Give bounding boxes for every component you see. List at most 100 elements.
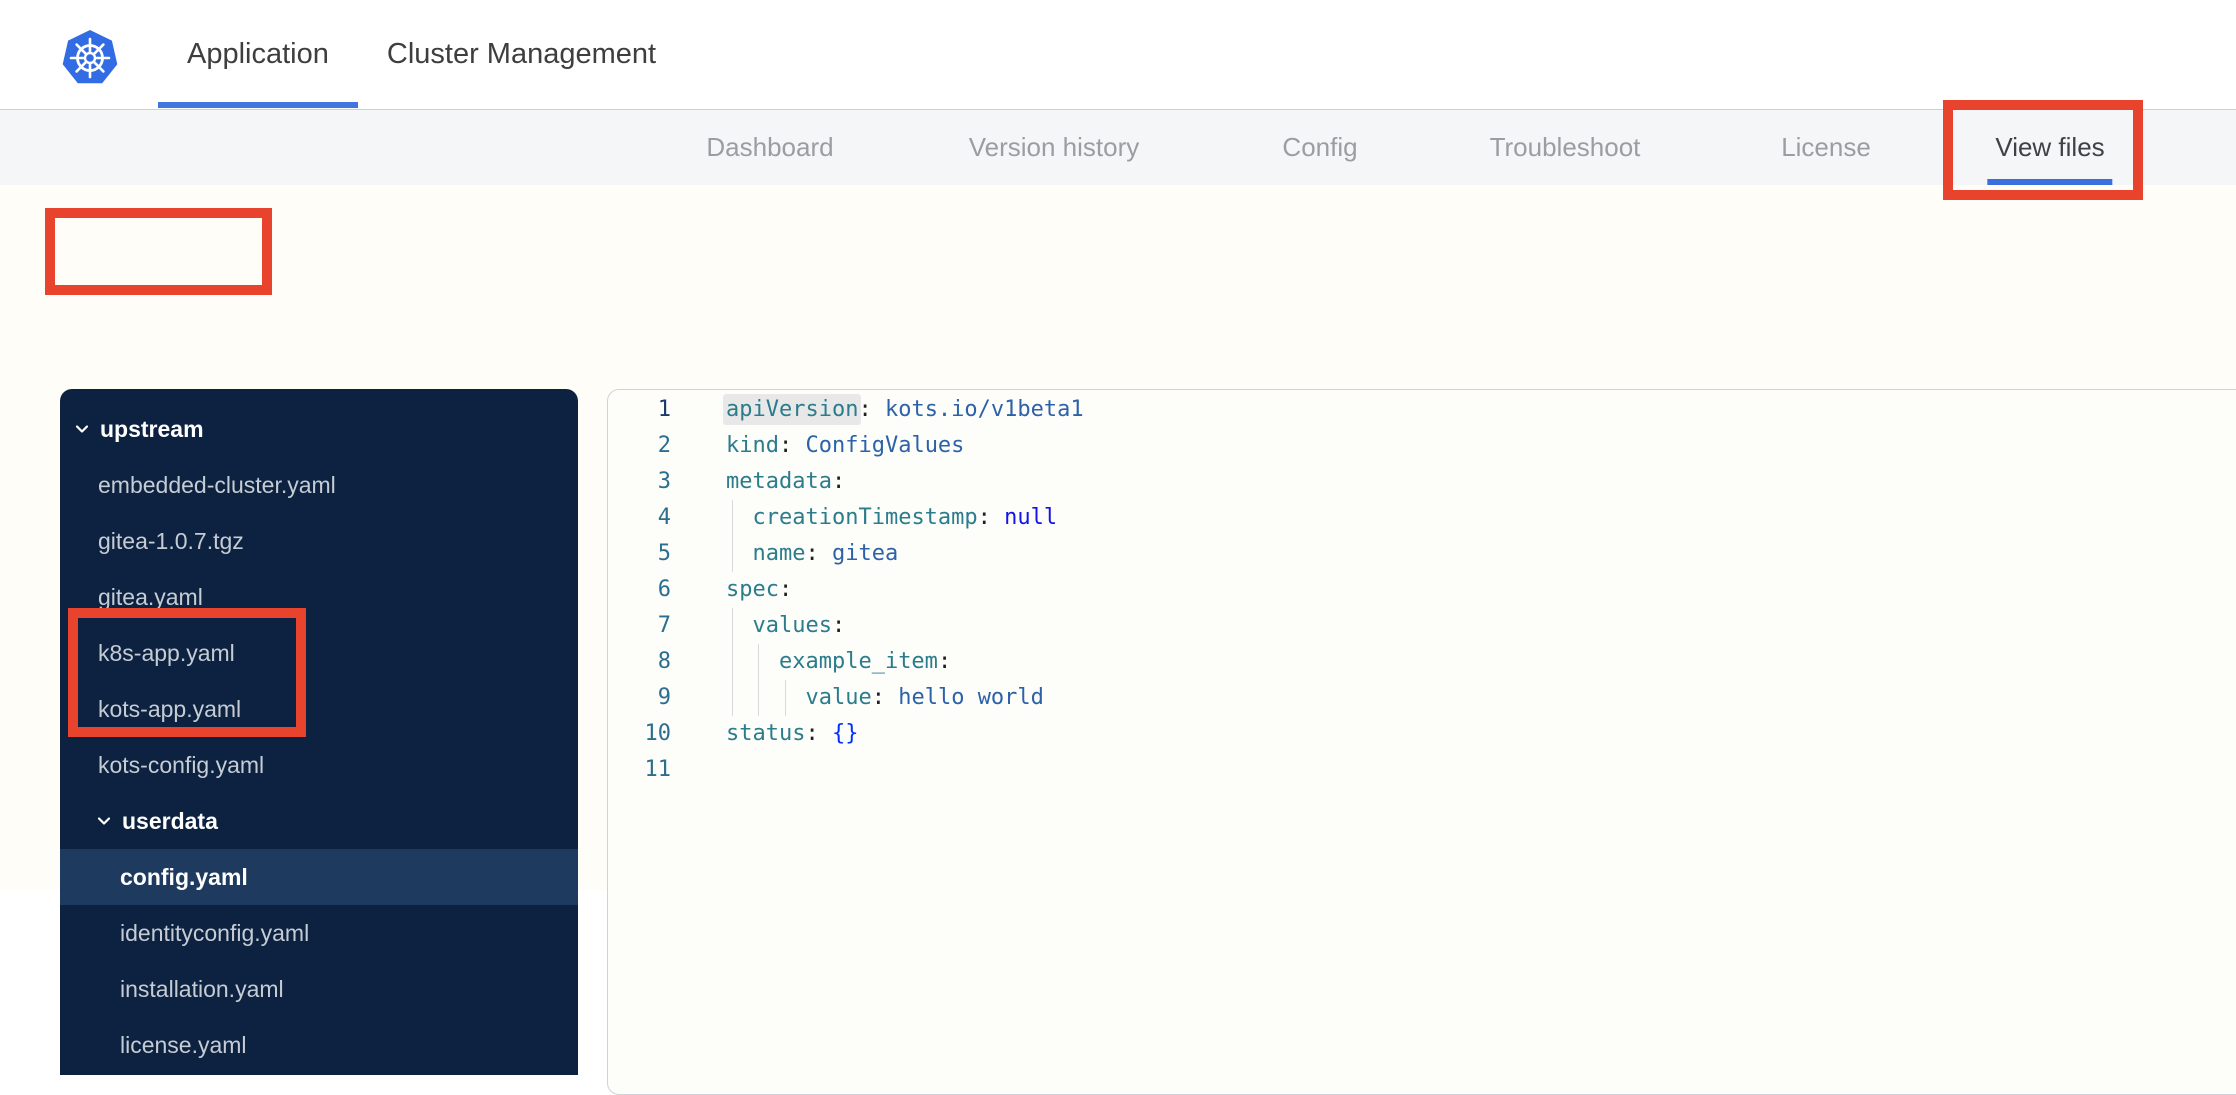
- indent-guide: [732, 680, 733, 716]
- tree-file-embedded-cluster-yaml[interactable]: embedded-cluster.yaml: [60, 457, 578, 513]
- tree-file-license-yaml[interactable]: license.yaml: [60, 1017, 578, 1073]
- code-token: ConfigValues: [805, 433, 965, 458]
- code-line-text: spec:: [671, 572, 792, 608]
- tree-item-label: userdata: [122, 807, 218, 834]
- nav-tab-version-history[interactable]: Version history: [961, 110, 1148, 185]
- code-token: hello world: [898, 685, 1044, 710]
- code-token: name: [752, 541, 806, 566]
- code-token: :: [871, 685, 885, 710]
- content-area: upstream embedded-cluster.yaml gitea-1.0.7…: [0, 185, 2236, 1095]
- app-nav: Dashboard Version history Config Troublesho…: [0, 109, 2236, 186]
- code-line[interactable]: 8 example_item:: [608, 644, 2236, 680]
- tree-file-k8s-app-yaml[interactable]: k8s-app.yaml: [60, 625, 578, 681]
- code-token: spec: [726, 577, 779, 602]
- tree-file-installation-yaml[interactable]: installation.yaml: [60, 961, 578, 1017]
- code-line-text: values:: [671, 608, 845, 644]
- code-line[interactable]: 3 metadata:: [608, 464, 2236, 500]
- tree-item-label: embedded-cluster.yaml: [98, 471, 336, 498]
- code-line[interactable]: 7 values:: [608, 608, 2236, 644]
- tree-file-gitea-yaml[interactable]: gitea.yaml: [60, 569, 578, 625]
- code-token: :: [937, 649, 952, 674]
- code-line-text: metadata:: [671, 464, 845, 500]
- code-line-text: example_item:: [671, 644, 951, 680]
- line-number: 7: [657, 613, 671, 638]
- line-number: 8: [657, 649, 671, 674]
- nav-tab-license[interactable]: License: [1773, 110, 1879, 185]
- line-number: 10: [644, 721, 672, 746]
- code-line-text: value: hello world: [671, 680, 1044, 716]
- tree-file-config-yaml[interactable]: config.yaml: [60, 849, 578, 905]
- code-token: creationTimestamp: [752, 505, 978, 530]
- indent-guide: [758, 680, 760, 716]
- code-token: {}: [831, 721, 859, 746]
- tree-item-label: config.yaml: [120, 863, 248, 890]
- code-token: :: [858, 397, 872, 422]
- line-number: 9: [657, 685, 671, 710]
- chevron-down-icon: [97, 817, 111, 825]
- code-token: :: [778, 577, 793, 602]
- indent-guide: [732, 608, 733, 644]
- code-token: :: [778, 433, 793, 458]
- nav-tab-dashboard[interactable]: Dashboard: [698, 110, 841, 185]
- code-token: status: [726, 721, 806, 746]
- code-token: example_item: [778, 649, 938, 674]
- code-line-text: status: {}: [671, 716, 858, 752]
- code-token: :: [805, 541, 819, 566]
- tree-file-gitea-1-0-7-tgz[interactable]: gitea-1.0.7.tgz: [60, 513, 578, 569]
- tree-folder-userdata[interactable]: userdata: [60, 793, 578, 849]
- nav-tab-troubleshoot[interactable]: Troubleshoot: [1482, 110, 1649, 185]
- code-editor[interactable]: 1 apiVersion: kots.io/v1beta1 2 kind: Confi…: [607, 389, 2236, 1095]
- header-tabs: Application Cluster Management: [158, 0, 685, 108]
- nav-tab-view-files[interactable]: View files: [1987, 110, 2113, 185]
- code-token: :: [831, 469, 846, 494]
- code-token: :: [977, 505, 991, 530]
- code-token: :: [831, 613, 846, 638]
- indent-guide: [732, 644, 733, 680]
- code-token: kots.io/v1beta1: [884, 397, 1084, 422]
- code-line-text: creationTimestamp: null: [671, 500, 1057, 536]
- app-header: Application Cluster Management: [0, 0, 2236, 108]
- tab-application[interactable]: Application: [158, 0, 358, 108]
- code-line[interactable]: 10 status: {}: [608, 716, 2236, 752]
- indent-guide: [732, 536, 733, 572]
- tree-file-kots-config-yaml[interactable]: kots-config.yaml: [60, 737, 578, 793]
- indent-guide: [784, 680, 786, 716]
- code-line-text: apiVersion: kots.io/v1beta1: [671, 392, 1084, 428]
- nav-tab-config[interactable]: Config: [1274, 110, 1365, 185]
- tab-cluster-management[interactable]: Cluster Management: [358, 0, 685, 108]
- tree-item-label: gitea.yaml: [98, 583, 203, 610]
- tree-item-label: upstream: [100, 415, 204, 442]
- tree-item-label: kots-app.yaml: [98, 695, 242, 722]
- code-line[interactable]: 9 value: hello world: [608, 680, 2236, 716]
- code-line-text: kind: ConfigValues: [671, 428, 964, 464]
- tree-item-label: gitea-1.0.7.tgz: [98, 527, 244, 554]
- code-line[interactable]: 6 spec:: [608, 572, 2236, 608]
- code-line[interactable]: 11: [608, 752, 2236, 788]
- tree-item-label: license.yaml: [120, 1031, 247, 1058]
- code-line[interactable]: 1 apiVersion: kots.io/v1beta1: [608, 392, 2236, 428]
- tree-file-kots-app-yaml[interactable]: kots-app.yaml: [60, 681, 578, 737]
- code-line[interactable]: 2 kind: ConfigValues: [608, 428, 2236, 464]
- kubernetes-logo-icon: [62, 30, 118, 84]
- tree-file-identityconfig-yaml[interactable]: identityconfig.yaml: [60, 905, 578, 961]
- tree-item-label: identityconfig.yaml: [120, 919, 310, 946]
- code-token: :: [805, 721, 819, 746]
- line-number: 1: [657, 397, 671, 422]
- code-line[interactable]: 4 creationTimestamp: null: [608, 500, 2236, 536]
- tree-item-label: k8s-app.yaml: [98, 639, 235, 666]
- code-token: values: [752, 613, 832, 638]
- chevron-down-icon: [75, 425, 89, 433]
- tree-item-label: installation.yaml: [120, 975, 284, 1002]
- code-line-text: name: gitea: [671, 536, 898, 572]
- code-line[interactable]: 5 name: gitea: [608, 536, 2236, 572]
- tree-folder-upstream[interactable]: upstream: [60, 401, 578, 457]
